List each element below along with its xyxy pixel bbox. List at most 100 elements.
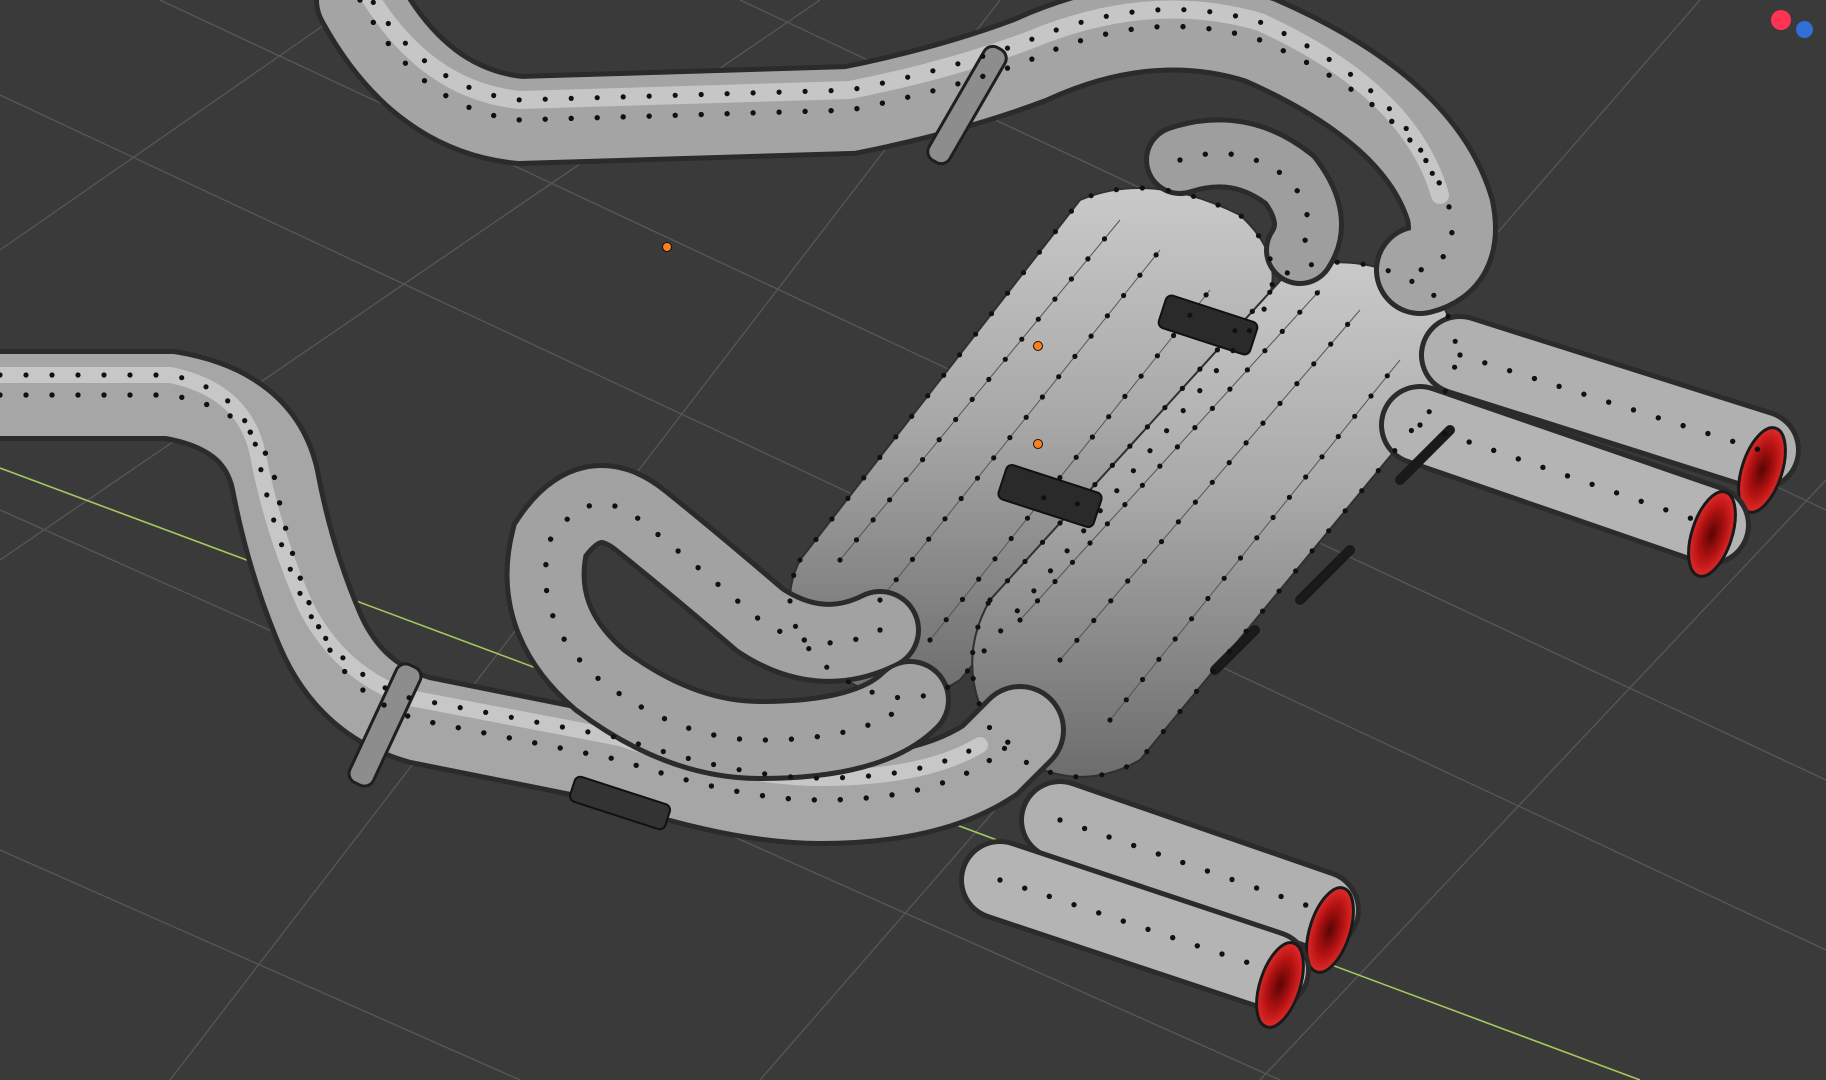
mesh-vertex[interactable] bbox=[658, 770, 664, 776]
mesh-vertex[interactable] bbox=[306, 600, 312, 606]
mesh-vertex[interactable] bbox=[698, 111, 704, 118]
mesh-vertex[interactable] bbox=[869, 689, 875, 695]
mesh-vertex[interactable] bbox=[1227, 648, 1233, 654]
mesh-vertex[interactable] bbox=[698, 91, 704, 98]
mesh-vertex[interactable] bbox=[1281, 30, 1287, 37]
mesh-vertex[interactable] bbox=[829, 516, 835, 522]
mesh-vertex[interactable] bbox=[1687, 515, 1693, 521]
mesh-vertex[interactable] bbox=[893, 577, 899, 583]
mesh-vertex[interactable] bbox=[75, 372, 81, 378]
mesh-vertex[interactable] bbox=[620, 94, 626, 100]
mesh-vertex[interactable] bbox=[1103, 13, 1109, 19]
mesh-vertex[interactable] bbox=[1144, 749, 1150, 755]
mesh-vertex[interactable] bbox=[1663, 507, 1669, 513]
mesh-vertex[interactable] bbox=[1326, 72, 1332, 78]
mesh-vertex[interactable] bbox=[695, 565, 701, 571]
mesh-vertex[interactable] bbox=[1221, 575, 1227, 581]
mesh-vertex[interactable] bbox=[646, 113, 652, 119]
mesh-vertex[interactable] bbox=[1359, 488, 1365, 494]
mesh-vertex[interactable] bbox=[1507, 368, 1513, 374]
mesh-vertex[interactable] bbox=[685, 755, 691, 762]
mesh-vertex[interactable] bbox=[402, 40, 408, 46]
mesh-vertex[interactable] bbox=[1237, 555, 1244, 561]
mesh-vertex[interactable] bbox=[1092, 482, 1098, 488]
mesh-vertex[interactable] bbox=[252, 441, 258, 447]
mesh-vertex[interactable] bbox=[1392, 448, 1398, 454]
mesh-vertex[interactable] bbox=[1005, 739, 1011, 745]
mesh-vertex[interactable] bbox=[127, 392, 133, 398]
mesh-vertex[interactable] bbox=[1360, 261, 1366, 267]
mesh-vertex[interactable] bbox=[925, 393, 931, 399]
mesh-vertex[interactable] bbox=[1073, 774, 1079, 780]
mesh-vertex[interactable] bbox=[1267, 256, 1273, 262]
mesh-vertex[interactable] bbox=[1418, 147, 1424, 153]
mesh-vertex[interactable] bbox=[1614, 490, 1620, 496]
mesh-vertex[interactable] bbox=[1085, 256, 1091, 262]
mesh-vertex[interactable] bbox=[1155, 851, 1161, 857]
mesh-vertex[interactable] bbox=[777, 628, 783, 634]
mesh-vertex[interactable] bbox=[828, 88, 834, 94]
mesh-vertex[interactable] bbox=[827, 640, 833, 646]
mesh-vertex[interactable] bbox=[1319, 454, 1325, 460]
mesh-vertex[interactable] bbox=[930, 68, 936, 74]
mesh-vertex[interactable] bbox=[708, 783, 715, 789]
mesh-vertex[interactable] bbox=[406, 695, 412, 701]
mesh-vertex[interactable] bbox=[1064, 548, 1070, 554]
mesh-vertex[interactable] bbox=[660, 748, 666, 755]
mesh-vertex[interactable] bbox=[1375, 468, 1381, 474]
mesh-vertex[interactable] bbox=[997, 877, 1003, 883]
mesh-vertex[interactable] bbox=[595, 675, 601, 681]
mesh-vertex[interactable] bbox=[457, 705, 463, 711]
mesh-vertex[interactable] bbox=[1004, 65, 1011, 71]
mesh-vertex[interactable] bbox=[1177, 157, 1183, 163]
mesh-vertex[interactable] bbox=[1031, 588, 1037, 594]
mesh-vertex[interactable] bbox=[1139, 185, 1145, 191]
mesh-vertex[interactable] bbox=[865, 722, 871, 728]
mesh-vertex[interactable] bbox=[957, 352, 963, 358]
mesh-vertex[interactable] bbox=[277, 500, 283, 506]
mesh-vertex[interactable] bbox=[1345, 321, 1351, 327]
mesh-vertex[interactable] bbox=[1091, 617, 1097, 624]
mesh-vertex[interactable] bbox=[1175, 519, 1181, 525]
mesh-vertex[interactable] bbox=[508, 714, 514, 720]
mesh-vertex[interactable] bbox=[577, 657, 583, 663]
mesh-vertex[interactable] bbox=[953, 416, 959, 423]
mesh-vertex[interactable] bbox=[1276, 588, 1282, 594]
mesh-vertex[interactable] bbox=[1078, 19, 1084, 25]
mesh-vertex[interactable] bbox=[787, 598, 793, 604]
mesh-vertex[interactable] bbox=[1154, 353, 1160, 359]
mesh-vertex[interactable] bbox=[1194, 943, 1200, 949]
mesh-vertex[interactable] bbox=[1145, 926, 1151, 932]
mesh-vertex[interactable] bbox=[203, 384, 209, 390]
mesh-vertex[interactable] bbox=[974, 475, 981, 481]
mesh-vertex[interactable] bbox=[735, 598, 741, 604]
mesh-vertex[interactable] bbox=[1335, 433, 1341, 440]
mesh-vertex[interactable] bbox=[1004, 45, 1011, 51]
mesh-vertex[interactable] bbox=[917, 765, 923, 771]
mesh-vertex[interactable] bbox=[1267, 289, 1273, 295]
mesh-vertex[interactable] bbox=[1205, 595, 1211, 602]
mesh-vertex[interactable] bbox=[973, 331, 979, 337]
mesh-vertex[interactable] bbox=[941, 372, 947, 378]
mesh-vertex[interactable] bbox=[1160, 728, 1166, 735]
mesh-vertex[interactable] bbox=[283, 525, 289, 531]
mesh-vertex[interactable] bbox=[1052, 229, 1058, 235]
mesh-vertex[interactable] bbox=[1036, 249, 1042, 255]
mesh-vertex[interactable] bbox=[1449, 230, 1455, 236]
mesh-vertex[interactable] bbox=[813, 536, 819, 543]
mesh-vertex[interactable] bbox=[1114, 488, 1120, 494]
mesh-vertex[interactable] bbox=[1057, 817, 1063, 823]
mesh-vertex[interactable] bbox=[1466, 439, 1472, 445]
mesh-vertex[interactable] bbox=[1384, 373, 1390, 379]
mesh-vertex[interactable] bbox=[481, 730, 487, 736]
mesh-vertex[interactable] bbox=[893, 434, 899, 440]
mesh-vertex[interactable] bbox=[179, 375, 185, 381]
mesh-vertex[interactable] bbox=[279, 542, 285, 548]
mesh-vertex[interactable] bbox=[1029, 56, 1035, 62]
mesh-vertex[interactable] bbox=[1418, 267, 1424, 273]
mesh-vertex[interactable] bbox=[466, 104, 472, 110]
mesh-vertex[interactable] bbox=[863, 795, 869, 801]
mesh-vertex[interactable] bbox=[1174, 444, 1180, 450]
mesh-vertex[interactable] bbox=[905, 94, 911, 100]
mesh-vertex[interactable] bbox=[1219, 951, 1225, 957]
